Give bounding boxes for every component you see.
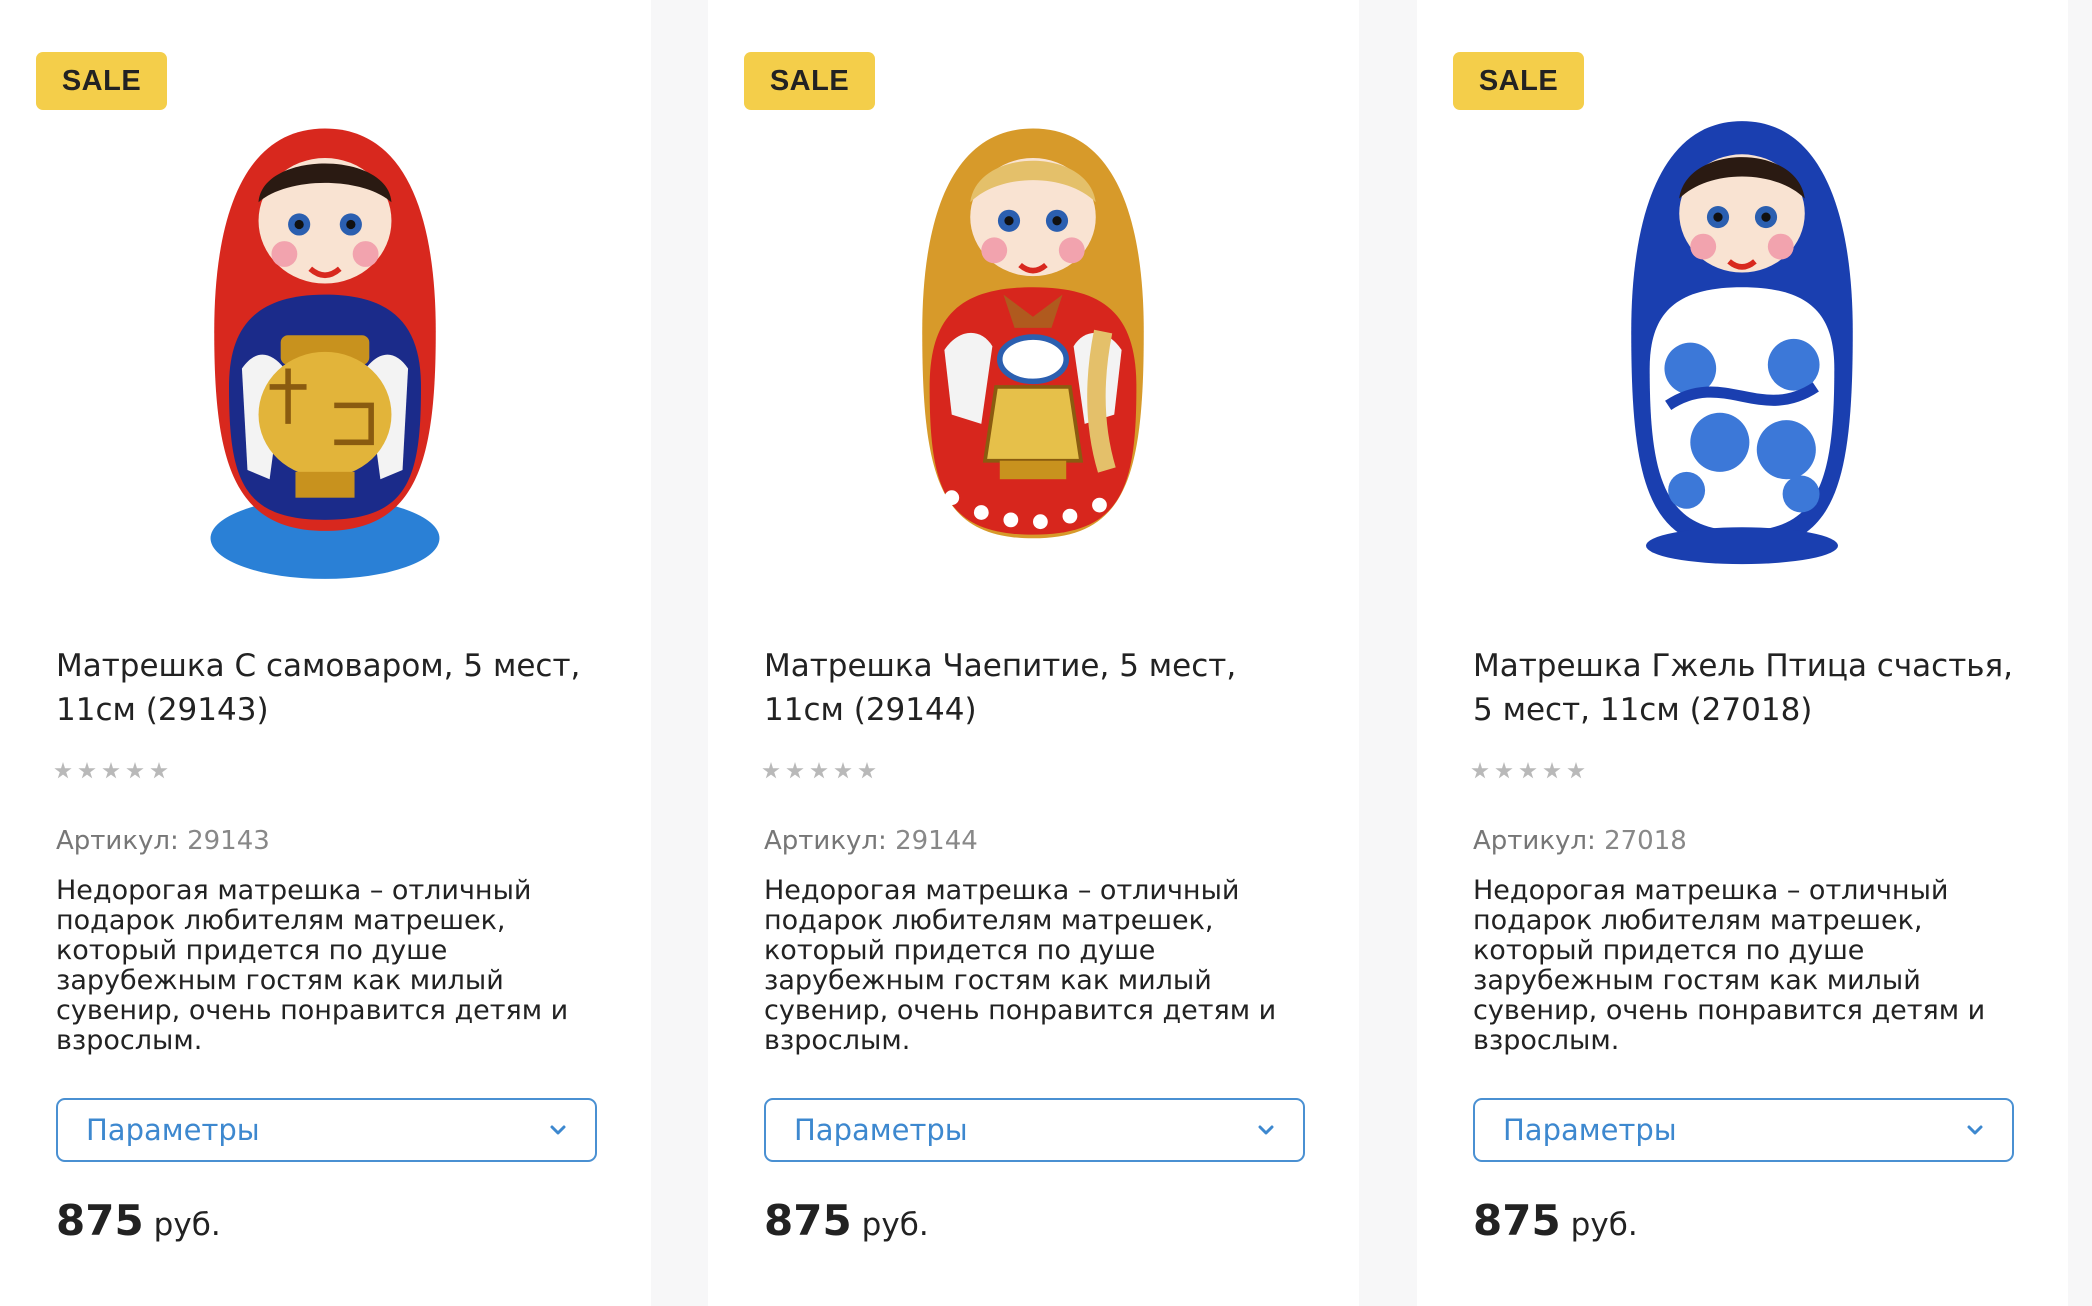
star-icon[interactable] [126, 762, 144, 779]
star-icon[interactable] [1543, 762, 1561, 779]
price-currency: руб. [861, 1207, 929, 1243]
matryoshka-gzhel-icon [1631, 121, 1853, 565]
params-label: Параметры [86, 1113, 260, 1147]
sku-label: Артикул: [764, 826, 887, 856]
sale-badge: SALE [1453, 52, 1584, 110]
product-title[interactable]: Матрешка С самоваром, 5 мест, 11см (2914… [56, 644, 616, 732]
star-icon[interactable] [54, 762, 72, 779]
price-value: 875 [764, 1196, 852, 1245]
product-grid: SALE Матрешка С самоваром, 5 мест, 11см … [0, 0, 2092, 1306]
star-icon[interactable] [786, 762, 804, 779]
sku-value: 27018 [1604, 826, 1687, 856]
chevron-down-icon [1258, 1125, 1274, 1135]
star-icon[interactable] [1567, 762, 1585, 779]
params-dropdown[interactable]: Параметры [764, 1098, 1305, 1162]
sku-label: Артикул: [1473, 826, 1596, 856]
star-icon[interactable] [78, 762, 96, 779]
star-icon[interactable] [1519, 762, 1537, 779]
rating-stars[interactable] [762, 762, 876, 780]
star-icon[interactable] [1471, 762, 1489, 779]
product-description: Недорогая матрешка – отличный подарок лю… [1473, 875, 1986, 1056]
sale-badge: SALE [744, 52, 875, 110]
sku-value: 29143 [187, 826, 270, 856]
star-icon[interactable] [762, 762, 780, 779]
product-card[interactable]: SALE Матрешка Гжель Птица счастья, 5 мес… [1417, 0, 2068, 1306]
params-dropdown[interactable]: Параметры [56, 1098, 597, 1162]
chevron-down-icon [550, 1125, 566, 1135]
price: 875 руб. [56, 1196, 221, 1245]
sku-label: Артикул: [56, 826, 179, 856]
params-label: Параметры [1503, 1113, 1677, 1147]
params-label: Параметры [794, 1113, 968, 1147]
product-card[interactable]: SALE Матрешка Чаепитие, 5 мест, 11см (29… [708, 0, 1359, 1306]
product-description: Недорогая матрешка – отличный подарок лю… [764, 875, 1277, 1056]
chevron-down-icon [1967, 1125, 1983, 1135]
product-image[interactable] [838, 110, 1228, 590]
sku-value: 29144 [895, 826, 978, 856]
product-card[interactable]: SALE Матрешка С самоваром, 5 мест, 11см … [0, 0, 651, 1306]
star-icon[interactable] [834, 762, 852, 779]
star-icon[interactable] [102, 762, 120, 779]
sku: Артикул: 29144 [764, 826, 978, 856]
price-currency: руб. [1570, 1207, 1638, 1243]
star-icon[interactable] [1495, 762, 1513, 779]
sku: Артикул: 29143 [56, 826, 270, 856]
price-value: 875 [1473, 1196, 1561, 1245]
star-icon[interactable] [150, 762, 168, 779]
price: 875 руб. [1473, 1196, 1638, 1245]
sku: Артикул: 27018 [1473, 826, 1687, 856]
product-image[interactable] [1547, 110, 1937, 590]
sale-badge: SALE [36, 52, 167, 110]
price-currency: руб. [153, 1207, 221, 1243]
price-value: 875 [56, 1196, 144, 1245]
star-icon[interactable] [810, 762, 828, 779]
product-description: Недорогая матрешка – отличный подарок лю… [56, 875, 569, 1056]
product-title[interactable]: Матрешка Гжель Птица счастья, 5 мест, 11… [1473, 644, 2033, 732]
product-title[interactable]: Матрешка Чаепитие, 5 мест, 11см (29144) [764, 644, 1324, 732]
price: 875 руб. [764, 1196, 929, 1245]
product-image[interactable] [130, 110, 520, 590]
rating-stars[interactable] [54, 762, 168, 780]
matryoshka-tea-party-icon [922, 128, 1144, 539]
params-dropdown[interactable]: Параметры [1473, 1098, 2014, 1162]
matryoshka-samovar-icon [210, 128, 440, 579]
rating-stars[interactable] [1471, 762, 1585, 780]
star-icon[interactable] [858, 762, 876, 779]
